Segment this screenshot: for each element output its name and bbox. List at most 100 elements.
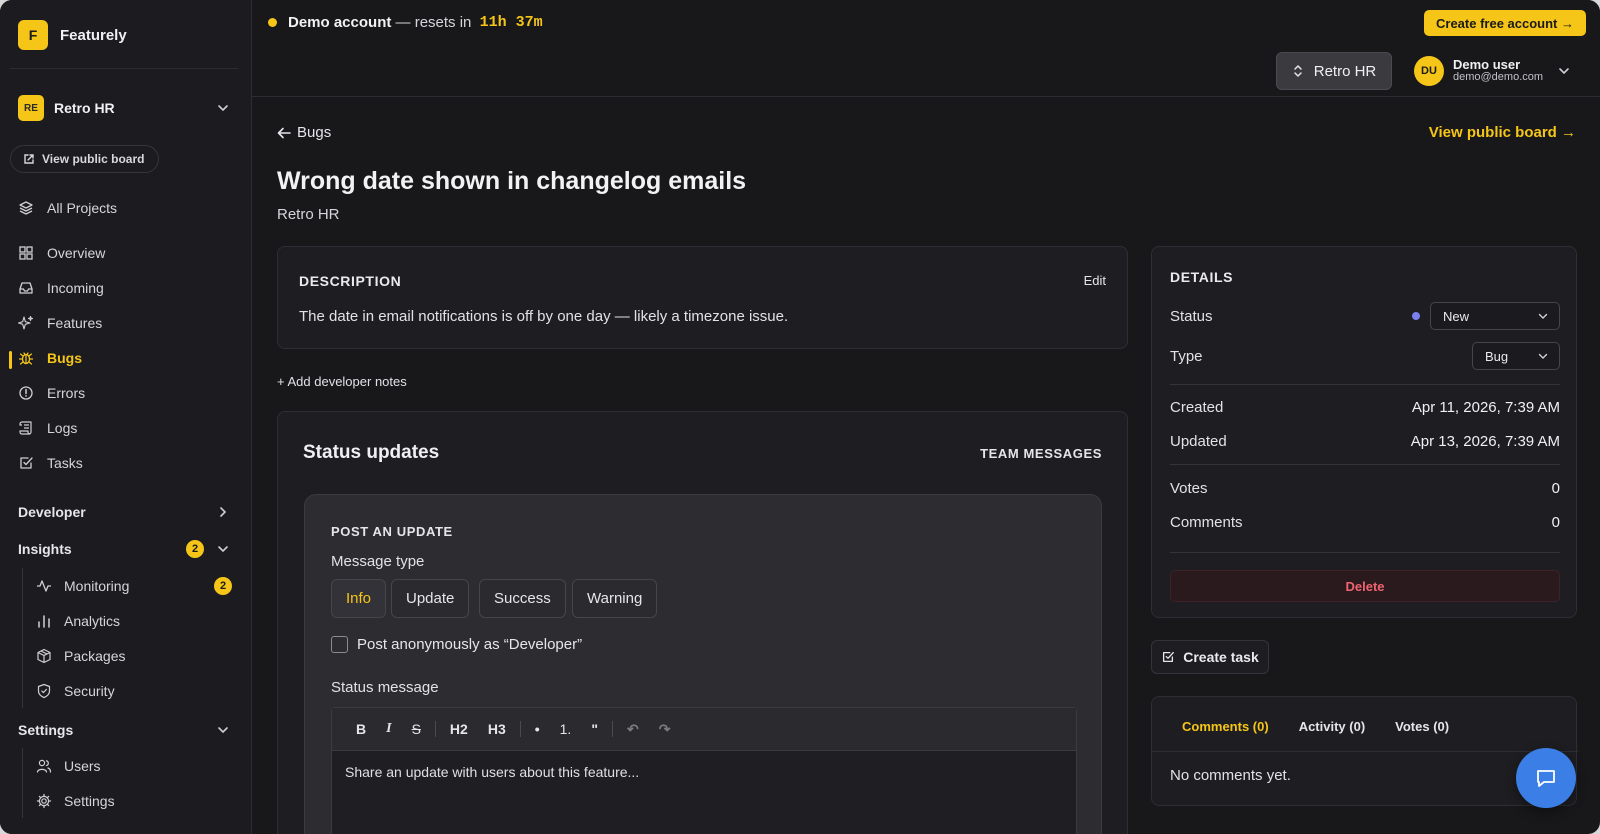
chevron-down-icon: [218, 105, 228, 112]
activity-icon: [37, 580, 51, 592]
created-label: Created: [1170, 398, 1224, 416]
undo-button[interactable]: ↶: [617, 721, 649, 738]
arrow-left-icon: [277, 127, 291, 138]
view-public-board-button[interactable]: View public board: [10, 145, 160, 173]
nav-label: Incoming: [47, 280, 104, 296]
view-public-board-link[interactable]: View public board →: [1429, 124, 1576, 141]
demo-label: Demo account: [288, 14, 392, 31]
nav-logs[interactable]: Logs: [18, 413, 238, 443]
bullet-list-button[interactable]: •: [525, 721, 550, 737]
create-task-label: Create task: [1183, 649, 1259, 665]
status-message-editor[interactable]: B I S H2 H3 • 1. " ↶ ↷ Share an update w…: [331, 707, 1077, 834]
redo-button[interactable]: ↷: [649, 721, 681, 738]
status-control: New: [1412, 302, 1560, 330]
toolbar-divider: [611, 721, 613, 737]
tab-votes[interactable]: Votes (0): [1395, 719, 1449, 734]
nav-monitoring[interactable]: Monitoring 2: [36, 571, 232, 601]
nav-users[interactable]: Users: [36, 751, 232, 781]
shield-icon: [37, 683, 51, 699]
nav-label: Tasks: [47, 455, 83, 471]
add-developer-notes-button[interactable]: + Add developer notes: [277, 374, 407, 389]
user-name: Demo user: [1453, 57, 1521, 72]
delete-button[interactable]: Delete: [1170, 570, 1560, 602]
status-dot: [1412, 312, 1420, 320]
nav-settings[interactable]: Settings: [36, 786, 232, 816]
type-select[interactable]: Bug: [1472, 342, 1560, 370]
nav-label: Overview: [47, 245, 106, 261]
heading-3-button[interactable]: H3: [478, 721, 516, 737]
edit-description-button[interactable]: Edit: [1084, 273, 1106, 288]
project-selector[interactable]: RE Retro HR: [18, 94, 230, 122]
post-update-panel: POST AN UPDATE Message type Info Update …: [304, 494, 1102, 834]
bold-button[interactable]: B: [346, 721, 376, 737]
ordered-list-button[interactable]: 1.: [550, 721, 582, 737]
divider: [1170, 552, 1560, 553]
status-label: Status: [1170, 307, 1213, 325]
nav-bugs[interactable]: Bugs: [18, 343, 238, 373]
section-settings[interactable]: Settings: [18, 718, 230, 742]
nav-packages[interactable]: Packages: [36, 641, 232, 671]
status-updates-card: Status updates TEAM MESSAGES POST AN UPD…: [277, 411, 1128, 834]
sparkles-icon: [18, 315, 34, 330]
section-insights[interactable]: Insights 2: [18, 537, 230, 561]
post-anonymously-checkbox[interactable]: Post anonymously as “Developer”: [331, 636, 582, 653]
insights-count-badge: 2: [186, 540, 204, 558]
tab-comments[interactable]: Comments (0): [1182, 719, 1269, 734]
nav-label: Packages: [64, 648, 126, 664]
nav-label: Bugs: [47, 350, 82, 366]
user-menu[interactable]: DU Demo user demo@demo.com: [1414, 56, 1571, 86]
post-anonymously-label: Post anonymously as “Developer”: [357, 636, 583, 653]
chevron-down-icon: [1538, 353, 1548, 359]
nav-all-projects[interactable]: All Projects: [18, 193, 238, 223]
bar-chart-icon: [38, 615, 50, 628]
comments-label: Comments: [1170, 513, 1243, 531]
created-row: Created Apr 11, 2026, 7:39 AM: [1170, 395, 1560, 419]
message-type-info[interactable]: Info: [331, 579, 387, 618]
app-logo: F: [18, 20, 48, 50]
user-email: demo@demo.com: [1453, 71, 1544, 83]
heading-2-button[interactable]: H2: [440, 721, 478, 737]
message-type-warning[interactable]: Warning: [572, 579, 658, 618]
create-free-account-button[interactable]: Create free account →: [1424, 10, 1586, 36]
check-square-icon: [20, 457, 33, 469]
updated-row: Updated Apr 13, 2026, 7:39 AM: [1170, 429, 1560, 453]
nav-label: Settings: [64, 793, 115, 809]
chat-button[interactable]: [1516, 748, 1576, 808]
brand[interactable]: F Featurely: [18, 20, 127, 50]
user-info: Demo user demo@demo.com: [1453, 58, 1543, 84]
italic-button[interactable]: I: [376, 721, 401, 737]
quote-button[interactable]: ": [581, 721, 608, 737]
section-developer[interactable]: Developer: [18, 500, 230, 524]
type-value: Bug: [1485, 348, 1509, 364]
nav-label: Analytics: [64, 613, 121, 629]
nav-incoming[interactable]: Incoming: [18, 273, 238, 303]
demo-timer: 11h 37m: [479, 14, 543, 31]
project-switch-button[interactable]: Retro HR: [1276, 52, 1392, 90]
status-select[interactable]: New: [1430, 302, 1560, 330]
nav-errors[interactable]: Errors: [18, 378, 238, 408]
nav-features[interactable]: Features: [18, 308, 238, 338]
updated-label: Updated: [1170, 432, 1227, 450]
status-row: Status New: [1170, 302, 1560, 330]
message-type-update[interactable]: Update: [391, 579, 470, 618]
nav-label: Users: [64, 758, 101, 774]
tab-activity[interactable]: Activity (0): [1299, 719, 1365, 734]
strikethrough-button[interactable]: S: [402, 721, 431, 737]
nav-analytics[interactable]: Analytics: [36, 606, 232, 636]
checkbox[interactable]: [331, 636, 348, 653]
nav-security[interactable]: Security: [36, 676, 232, 706]
demo-banner: Demo account — resets in 11h 37m: [268, 14, 543, 31]
message-type-success[interactable]: Success: [479, 579, 566, 618]
nav-overview[interactable]: Overview: [18, 238, 238, 268]
type-row: Type Bug: [1170, 342, 1560, 370]
team-messages-tab[interactable]: TEAM MESSAGES: [980, 446, 1102, 461]
top-bar: Demo account — resets in 11h 37m Create …: [252, 0, 1600, 97]
back-to-bugs-link[interactable]: Bugs: [277, 124, 331, 141]
nav-tasks[interactable]: Tasks: [18, 448, 238, 478]
chevron-down-icon: [218, 546, 228, 553]
chevrons-up-down-icon: [1293, 65, 1302, 77]
nav-label: Security: [64, 683, 115, 699]
section-label: Developer: [18, 504, 86, 520]
type-label: Type: [1170, 347, 1203, 365]
create-task-button[interactable]: Create task: [1151, 640, 1269, 674]
